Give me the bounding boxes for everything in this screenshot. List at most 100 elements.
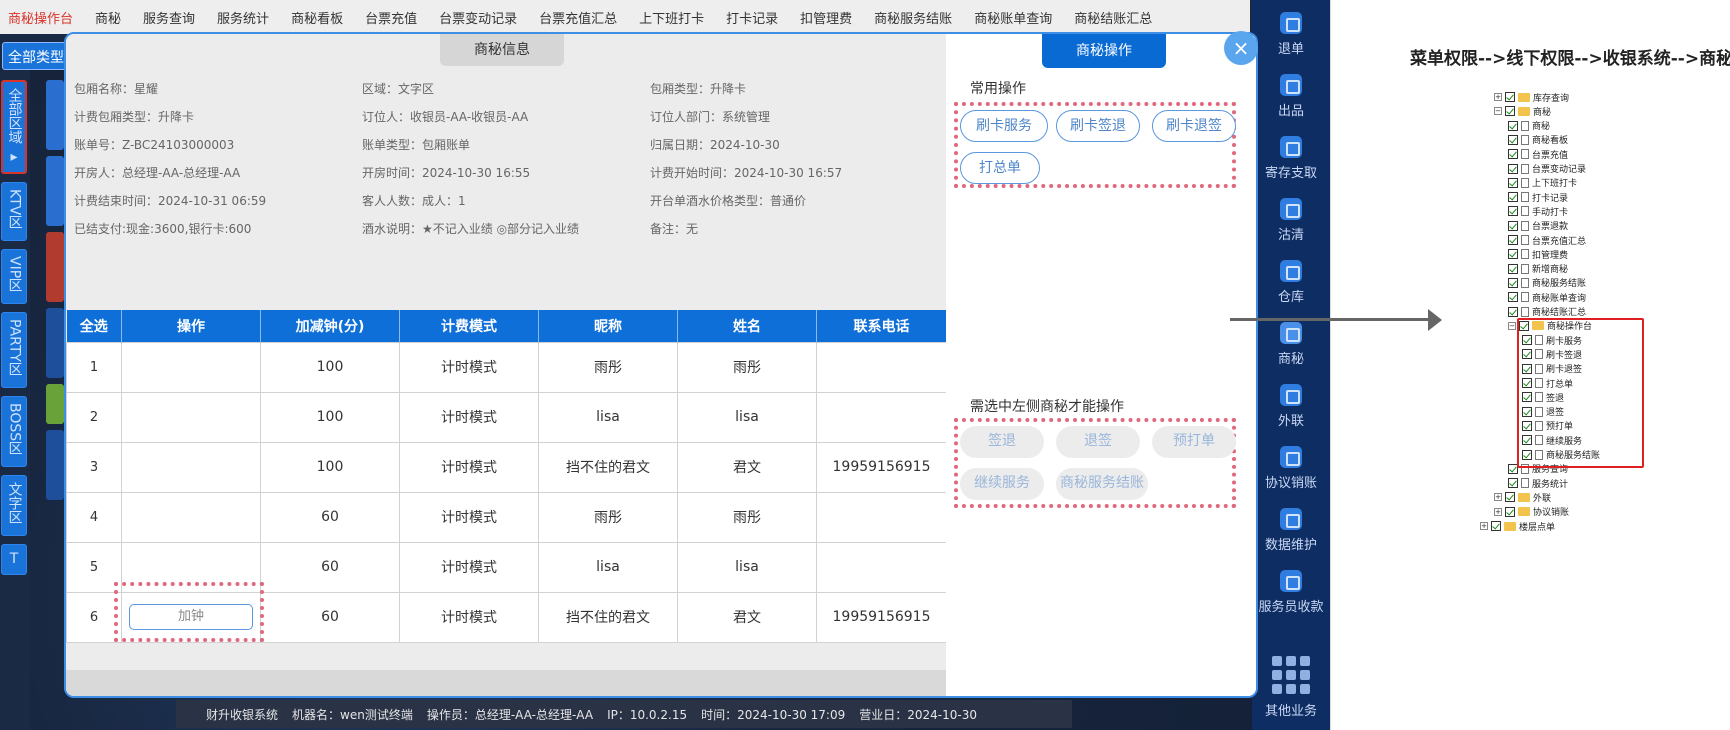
expand-toggle-icon[interactable]: + <box>1480 522 1488 530</box>
select-all-header[interactable]: 全选 <box>66 310 122 342</box>
swipe-sign-out-button[interactable]: 刷卡签退 <box>1056 110 1140 142</box>
checkbox-checked-icon[interactable] <box>1508 134 1518 145</box>
nav-item-ticket-change-log[interactable]: 台票变动记录 <box>439 8 517 27</box>
expand-toggle-icon[interactable]: + <box>1494 507 1502 516</box>
tree-node[interactable]: − 商秘 <box>1494 104 1551 118</box>
tree-node[interactable]: 台票充值 <box>1508 147 1568 161</box>
checkbox-checked-icon[interactable] <box>1508 163 1518 174</box>
tree-node[interactable]: 商秘账单查询 <box>1508 290 1586 304</box>
continue-service-button[interactable]: 继续服务 <box>960 468 1044 500</box>
tree-node[interactable]: 商秘 <box>1508 119 1550 133</box>
tree-node[interactable]: + 库存查询 <box>1494 90 1569 104</box>
rail-item-data-maintenance[interactable]: 数据维护 <box>1252 508 1330 553</box>
checkbox-checked-icon[interactable] <box>1508 478 1518 489</box>
nav-item-clock-records[interactable]: 打卡记录 <box>726 8 778 27</box>
checkbox-checked-icon[interactable] <box>1508 263 1518 274</box>
tree-node[interactable]: 打卡记录 <box>1508 190 1568 204</box>
category-filter-button[interactable]: 全部类型 <box>2 42 66 70</box>
tree-node[interactable]: 台票充值汇总 <box>1508 233 1586 247</box>
checkbox-checked-icon[interactable] <box>1505 106 1515 117</box>
swipe-service-button[interactable]: 刷卡服务 <box>960 110 1048 142</box>
expand-toggle-icon[interactable]: − <box>1508 321 1516 330</box>
checkbox-checked-icon[interactable] <box>1505 92 1515 102</box>
rail-item-sold-out[interactable]: 沽清 <box>1252 198 1330 243</box>
checkbox-checked-icon[interactable] <box>1508 192 1518 203</box>
table-row[interactable]: 4 60 计时模式 雨彤 雨彤 <box>66 491 947 543</box>
tab-secretary-info[interactable]: 商秘信息 <box>440 34 564 66</box>
room-card[interactable] <box>46 156 64 226</box>
nav-item-checkout-summary[interactable]: 商秘结账汇总 <box>1074 8 1152 27</box>
nav-item-management-fee[interactable]: 扣管理费 <box>800 8 852 27</box>
nav-item-secretary[interactable]: 商秘 <box>95 8 121 27</box>
rail-item-agreement[interactable]: 协议销账 <box>1252 446 1330 491</box>
tree-node[interactable]: 新增商秘 <box>1508 262 1568 276</box>
checkbox-checked-icon[interactable] <box>1505 492 1515 503</box>
service-checkout-button[interactable]: 商秘服务结账 <box>1056 468 1148 500</box>
sign-out-button[interactable]: 签退 <box>960 426 1044 458</box>
nav-item-service-query[interactable]: 服务查询 <box>143 8 195 27</box>
rail-item-cancel-order[interactable]: 退单 <box>1252 12 1330 57</box>
rail-item-other-business[interactable]: 其他业务 <box>1252 656 1330 719</box>
checkbox-checked-icon[interactable] <box>1508 149 1518 160</box>
room-card[interactable] <box>46 384 64 424</box>
table-scrollbar[interactable] <box>66 670 946 696</box>
area-item-vip[interactable]: VIP区 <box>1 249 27 305</box>
swipe-undo-sign-out-button[interactable]: 刷卡退签 <box>1152 110 1236 142</box>
table-row[interactable]: 1 100 计时模式 雨彤 雨彤 <box>66 341 947 393</box>
rail-item-secretary[interactable]: 商秘 <box>1252 322 1330 367</box>
undo-sign-out-button[interactable]: 退签 <box>1056 426 1140 458</box>
area-item-all[interactable]: 全部区域 ▸ <box>1 80 27 174</box>
room-card[interactable] <box>46 232 64 302</box>
nav-item-ticket-recharge[interactable]: 台票充值 <box>365 8 417 27</box>
tree-node[interactable]: 台票退款 <box>1508 219 1568 233</box>
tree-node[interactable]: 手动打卡 <box>1508 204 1568 218</box>
tab-secretary-operation[interactable]: 商秘操作 <box>1042 34 1166 68</box>
checkbox-checked-icon[interactable] <box>1508 220 1518 231</box>
checkbox-checked-icon[interactable] <box>1505 506 1515 517</box>
table-row[interactable]: 3 100 计时模式 挡不住的君文 君文 19959156915 <box>66 441 947 493</box>
nav-item-service-stats[interactable]: 服务统计 <box>217 8 269 27</box>
area-item-party[interactable]: PARTY区 <box>1 312 27 389</box>
pre-print-button[interactable]: 预打单 <box>1152 426 1236 458</box>
rail-item-dish-out[interactable]: 出品 <box>1252 74 1330 119</box>
rail-item-waiter-payment[interactable]: 服务员收款 <box>1252 570 1330 615</box>
tree-node[interactable]: 台票变动记录 <box>1508 162 1586 176</box>
checkbox-checked-icon[interactable] <box>1491 521 1501 531</box>
checkbox-checked-icon[interactable] <box>1508 292 1518 303</box>
nav-item-clock-in[interactable]: 上下班打卡 <box>639 8 704 27</box>
tree-node[interactable]: + 协议销账 <box>1494 505 1569 519</box>
checkbox-checked-icon[interactable] <box>1508 249 1518 260</box>
tree-node[interactable]: 商秘服务结账 <box>1508 276 1586 290</box>
area-item-t[interactable]: T <box>1 544 27 576</box>
tree-node[interactable]: 商秘结账汇总 <box>1508 305 1586 319</box>
area-item-text[interactable]: 文字区 <box>1 475 27 537</box>
expand-toggle-icon[interactable]: + <box>1494 493 1502 502</box>
tree-node[interactable]: 扣管理费 <box>1508 247 1568 261</box>
checkbox-checked-icon[interactable] <box>1508 306 1518 317</box>
room-card[interactable] <box>46 308 64 378</box>
expand-toggle-icon[interactable]: + <box>1494 93 1502 101</box>
table-row[interactable]: 2 100 计时模式 lisa lisa <box>66 391 947 443</box>
nav-item-bill-query[interactable]: 商秘账单查询 <box>974 8 1052 27</box>
tree-node[interactable]: + 楼层点单 <box>1480 519 1555 533</box>
rail-item-warehouse[interactable]: 仓库 <box>1252 260 1330 305</box>
close-icon[interactable]: × <box>1224 31 1258 65</box>
nav-item-ticket-recharge-summary[interactable]: 台票充值汇总 <box>539 8 617 27</box>
nav-item-operation-console[interactable]: 商秘操作台 <box>8 8 73 27</box>
checkbox-checked-icon[interactable] <box>1508 235 1518 245</box>
checkbox-checked-icon[interactable] <box>1508 277 1518 288</box>
room-card[interactable] <box>46 80 64 150</box>
tree-node[interactable]: + 外联 <box>1494 490 1551 504</box>
tree-node[interactable]: 服务统计 <box>1508 476 1568 490</box>
checkbox-checked-icon[interactable] <box>1508 206 1518 217</box>
print-total-bill-button[interactable]: 打总单 <box>960 152 1040 184</box>
rail-item-outreach[interactable]: 外联 <box>1252 384 1330 429</box>
checkbox-checked-icon[interactable] <box>1508 177 1518 188</box>
tree-node[interactable]: 上下班打卡 <box>1508 176 1577 190</box>
area-item-boss[interactable]: BOSS区 <box>1 396 27 468</box>
area-item-ktv[interactable]: KTV区 <box>1 182 27 242</box>
expand-toggle-icon[interactable]: − <box>1494 107 1502 116</box>
nav-item-dashboard[interactable]: 商秘看板 <box>291 8 343 27</box>
room-card[interactable] <box>46 430 64 500</box>
checkbox-checked-icon[interactable] <box>1508 120 1518 131</box>
